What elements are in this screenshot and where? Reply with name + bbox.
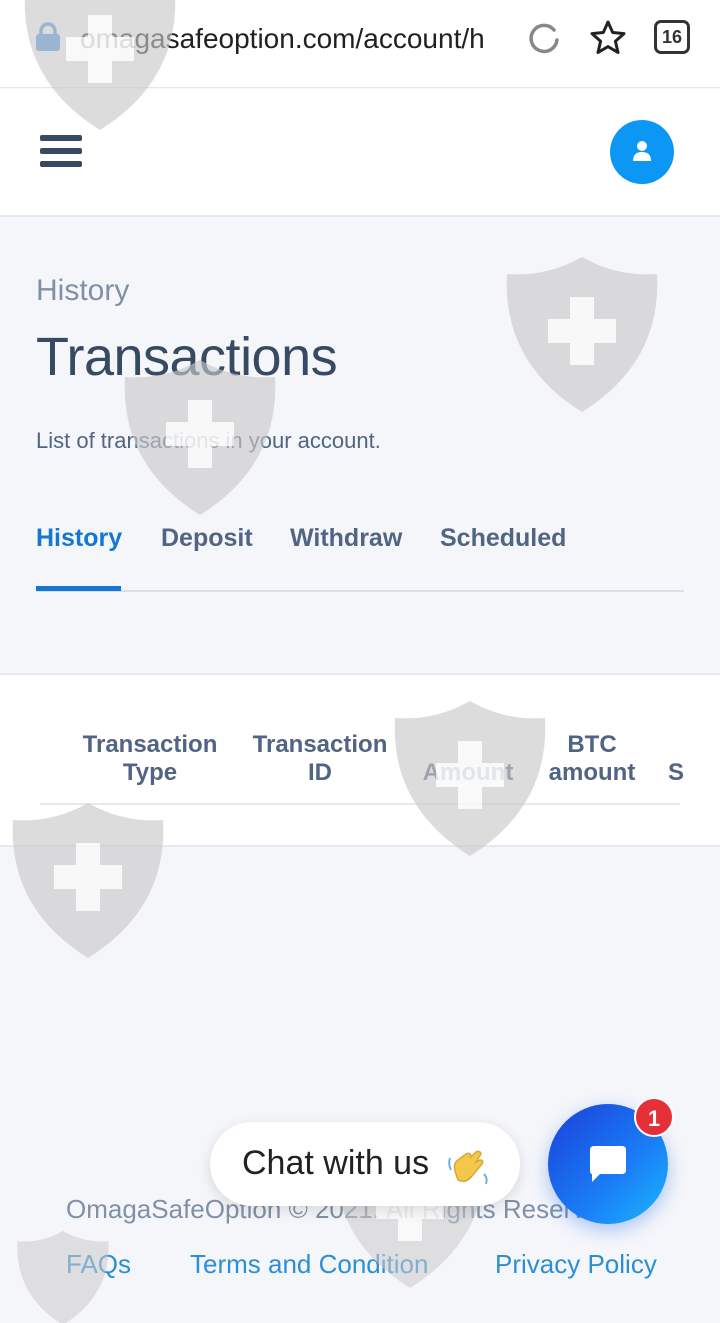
footer-link-terms[interactable]: Terms and Condition: [190, 1249, 428, 1280]
active-tab-indicator: [36, 586, 121, 591]
chat-prompt-bubble[interactable]: Chat with us: [210, 1122, 520, 1206]
footer-link-privacy[interactable]: Privacy Policy: [495, 1249, 657, 1280]
unread-count-badge: 1: [634, 1097, 674, 1137]
transactions-table: Transaction Type Transaction ID Amount BTC…: [0, 673, 720, 847]
waving-hand-icon: [448, 1150, 488, 1185]
tab-scheduled[interactable]: Scheduled: [440, 524, 566, 553]
chat-prompt-label: Chat with us: [242, 1144, 430, 1182]
shield-watermark-icon: [506, 257, 658, 412]
page-overline: History: [36, 274, 130, 307]
address-bar-url[interactable]: omagasafeoption.com/account/h: [80, 22, 504, 56]
footer-link-faqs[interactable]: FAQs: [66, 1249, 131, 1280]
page-title: Transactions: [36, 327, 338, 387]
column-header-status: S: [668, 759, 685, 786]
user-avatar-button[interactable]: [610, 120, 674, 184]
tab-history[interactable]: History: [36, 524, 122, 553]
transaction-tabs: History Deposit Withdraw Scheduled: [36, 520, 684, 592]
table-header-row: Transaction Type Transaction ID Amount BTC…: [40, 675, 684, 805]
star-icon[interactable]: [588, 18, 628, 58]
hamburger-icon[interactable]: [40, 135, 82, 169]
reload-icon[interactable]: [524, 18, 564, 58]
chat-bubble-icon: [590, 1146, 626, 1182]
page-description: List of transactions in your account.: [36, 428, 381, 453]
column-header-btc-amount: BTC amount: [548, 731, 636, 786]
app-header: [0, 89, 720, 217]
column-header-transaction-type: Transaction Type: [82, 731, 218, 786]
tab-withdraw[interactable]: Withdraw: [290, 524, 402, 553]
column-header-amount: Amount: [422, 759, 514, 786]
tab-deposit[interactable]: Deposit: [161, 524, 253, 553]
browser-bar: omagasafeoption.com/account/h 16: [0, 0, 720, 88]
column-header-transaction-id: Transaction ID: [252, 731, 388, 786]
tab-switcher-button[interactable]: 16: [654, 20, 690, 54]
lock-icon[interactable]: [34, 22, 62, 52]
user-icon: [633, 141, 651, 161]
